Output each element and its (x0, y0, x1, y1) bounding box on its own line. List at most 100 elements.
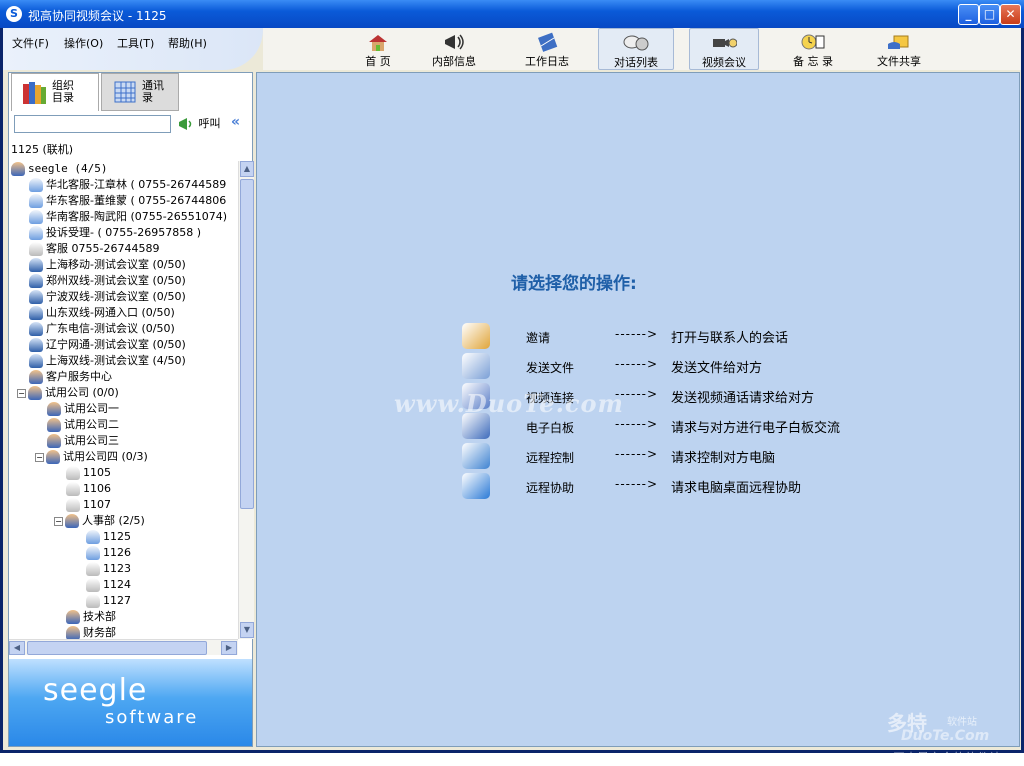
tree-node[interactable]: 试用公司二 (47, 417, 119, 433)
tree-node[interactable]: 投诉受理- ( 0755-26957858 ) (29, 225, 201, 241)
tree-node-label: 投诉受理- ( 0755-26957858 ) (46, 226, 201, 239)
tree-node[interactable]: 1105 (66, 465, 111, 481)
tree-node[interactable]: 上海移动-测试会议室 (0/50) (29, 257, 186, 273)
tree-vertical-scrollbar[interactable]: ▲ ▼ (238, 161, 254, 639)
toolbar-home-button[interactable]: 首 页 (348, 28, 408, 70)
tree-expander-icon[interactable]: − (54, 516, 63, 526)
horizontal-scroll-thumb[interactable] (27, 641, 207, 655)
megaphone-icon (445, 34, 464, 50)
group-icon (66, 626, 80, 639)
action-name[interactable]: 发送文件 (526, 359, 574, 376)
toolbar-video-conference-button[interactable]: 视频会议 (689, 28, 759, 70)
call-button[interactable]: 呼叫 (177, 115, 221, 132)
send-file-icon[interactable] (462, 353, 490, 379)
memo-clock-icon (801, 34, 825, 50)
user-icon (66, 498, 80, 512)
menu-file[interactable]: 文件(F) (12, 35, 49, 51)
tree-node[interactable]: 客户服务中心 (29, 369, 112, 385)
tree-expander-icon[interactable]: − (35, 452, 44, 462)
scroll-right-arrow-icon[interactable]: ▶ (221, 641, 237, 655)
action-row[interactable]: 远程控制 ------> 请求控制对方电脑 (462, 443, 1022, 469)
tree-node[interactable]: − 人事部 (2/5) (54, 513, 145, 529)
tree-node-label: 华南客服-陶武阳 (0755-26551074) (46, 210, 227, 223)
maximize-button[interactable]: □ (979, 4, 1000, 25)
toolbar-chat-list-button[interactable]: 对话列表 (598, 28, 674, 70)
close-button[interactable]: ✕ (1000, 4, 1021, 25)
action-name[interactable]: 邀请 (526, 329, 550, 346)
invite-icon[interactable] (462, 323, 490, 349)
tree-node[interactable]: 1124 (86, 577, 131, 593)
action-arrow: ------> (615, 327, 659, 341)
tree-node[interactable]: 华东客服-董维蒙 ( 0755-26744806 (29, 193, 226, 209)
toolbar-work-log-button[interactable]: 工作日志 (515, 28, 579, 70)
action-row[interactable]: 邀请 ------> 打开与联系人的会话 (462, 323, 1022, 349)
tree-node[interactable]: 1106 (66, 481, 111, 497)
tree-node[interactable]: 1123 (86, 561, 131, 577)
tree-node[interactable]: 技术部 (66, 609, 116, 625)
tree-node[interactable]: 客服 0755-26744589 (29, 241, 159, 257)
tree-node[interactable]: 1107 (66, 497, 111, 513)
notebook-icon (538, 32, 558, 52)
tree-node[interactable]: 华北客服-江章林 ( 0755-26744589 (29, 177, 226, 193)
collapse-panel-icon[interactable]: « (231, 114, 240, 130)
tree-node[interactable]: 郑州双线-测试会议室 (0/50) (29, 273, 186, 289)
group-icon (47, 402, 61, 416)
title-bar[interactable]: S 视高协同视频会议 - 1125 _ □ ✕ (0, 0, 1024, 28)
watermark-brand-en: DuoTe.Com (901, 728, 990, 744)
user-icon (86, 546, 100, 560)
scroll-down-arrow-icon[interactable]: ▼ (240, 622, 254, 638)
search-input[interactable] (14, 115, 171, 133)
scroll-up-arrow-icon[interactable]: ▲ (240, 161, 254, 177)
action-name[interactable]: 电子白板 (526, 419, 574, 436)
tree-node[interactable]: 广东电信-测试会议 (0/50) (29, 321, 175, 337)
tree-node[interactable]: 1125 (86, 529, 131, 545)
application-window: S 视高协同视频会议 - 1125 _ □ ✕ 文件(F) 操作(O) 工具(T… (0, 0, 1024, 765)
tree-expander-icon[interactable]: − (17, 388, 26, 398)
tree-node[interactable]: 财务部 (66, 625, 116, 639)
tree-node[interactable]: 1126 (86, 545, 131, 561)
tree-node[interactable]: 试用公司三 (47, 433, 119, 449)
tree-node-label: 郑州双线-测试会议室 (0/50) (46, 274, 186, 287)
action-name[interactable]: 远程协助 (526, 479, 574, 496)
remote-assist-icon[interactable] (462, 473, 490, 499)
tree-node[interactable]: − 试用公司四 (0/3) (35, 449, 148, 465)
toolbar-internal-info-button[interactable]: 内部信息 (423, 28, 485, 70)
menu-help[interactable]: 帮助(H) (168, 35, 207, 51)
tree-node[interactable]: 山东双线-网通入口 (0/50) (29, 305, 175, 321)
tree-horizontal-scrollbar[interactable]: ◀ ▶ (9, 639, 238, 655)
tree-node-label: 1123 (103, 562, 131, 575)
vertical-scroll-thumb[interactable] (240, 179, 254, 509)
toolbar-file-share-button[interactable]: 文件共享 (866, 28, 932, 70)
action-description: 请求控制对方电脑 (671, 451, 776, 466)
remote-control-icon[interactable] (462, 443, 490, 469)
minimize-button[interactable]: _ (958, 4, 979, 25)
menu-tools[interactable]: 工具(T) (117, 35, 154, 51)
user-icon (29, 178, 43, 192)
tree-node[interactable]: 试用公司一 (47, 401, 119, 417)
logo-subtext: software (105, 707, 199, 728)
menu-bar: 文件(F) 操作(O) 工具(T) 帮助(H) (3, 28, 263, 70)
action-row[interactable]: 远程协助 ------> 请求电脑桌面远程协助 (462, 473, 1022, 499)
toolbar-file-share-label: 文件共享 (877, 55, 921, 68)
tree-node-label: 技术部 (83, 610, 116, 623)
action-name[interactable]: 远程控制 (526, 449, 574, 466)
action-description: 发送视频通话请求给对方 (671, 391, 815, 406)
toolbar-memo-button[interactable]: 备 忘 录 (778, 28, 848, 70)
tree-node[interactable]: 上海双线-测试会议室 (4/50) (29, 353, 186, 369)
toolbar-home-label: 首 页 (365, 55, 391, 68)
tab-contacts-label: 通讯录 (142, 79, 164, 104)
tab-contacts[interactable]: 通讯录 (101, 73, 179, 111)
tab-org-directory[interactable]: 组织目录 (11, 73, 99, 111)
action-description: 打开与联系人的会话 (671, 331, 789, 346)
tree-node[interactable]: 华南客服-陶武阳 (0755-26551074) (29, 209, 227, 225)
tree-node-label: 山东双线-网通入口 (0/50) (46, 306, 175, 319)
scroll-left-arrow-icon[interactable]: ◀ (9, 641, 25, 655)
menu-action[interactable]: 操作(O) (64, 35, 103, 51)
tree-node[interactable]: − 试用公司 (0/0) (17, 385, 119, 401)
tree-node[interactable]: 辽宁网通-测试会议室 (0/50) (29, 337, 186, 353)
tree-node[interactable]: seegle (4/5) (11, 161, 107, 177)
tree-node[interactable]: 宁波双线-测试会议室 (0/50) (29, 289, 186, 305)
tree-node[interactable]: 1127 (86, 593, 131, 609)
house-icon (369, 35, 387, 51)
action-row[interactable]: 发送文件 ------> 发送文件给对方 (462, 353, 1022, 379)
